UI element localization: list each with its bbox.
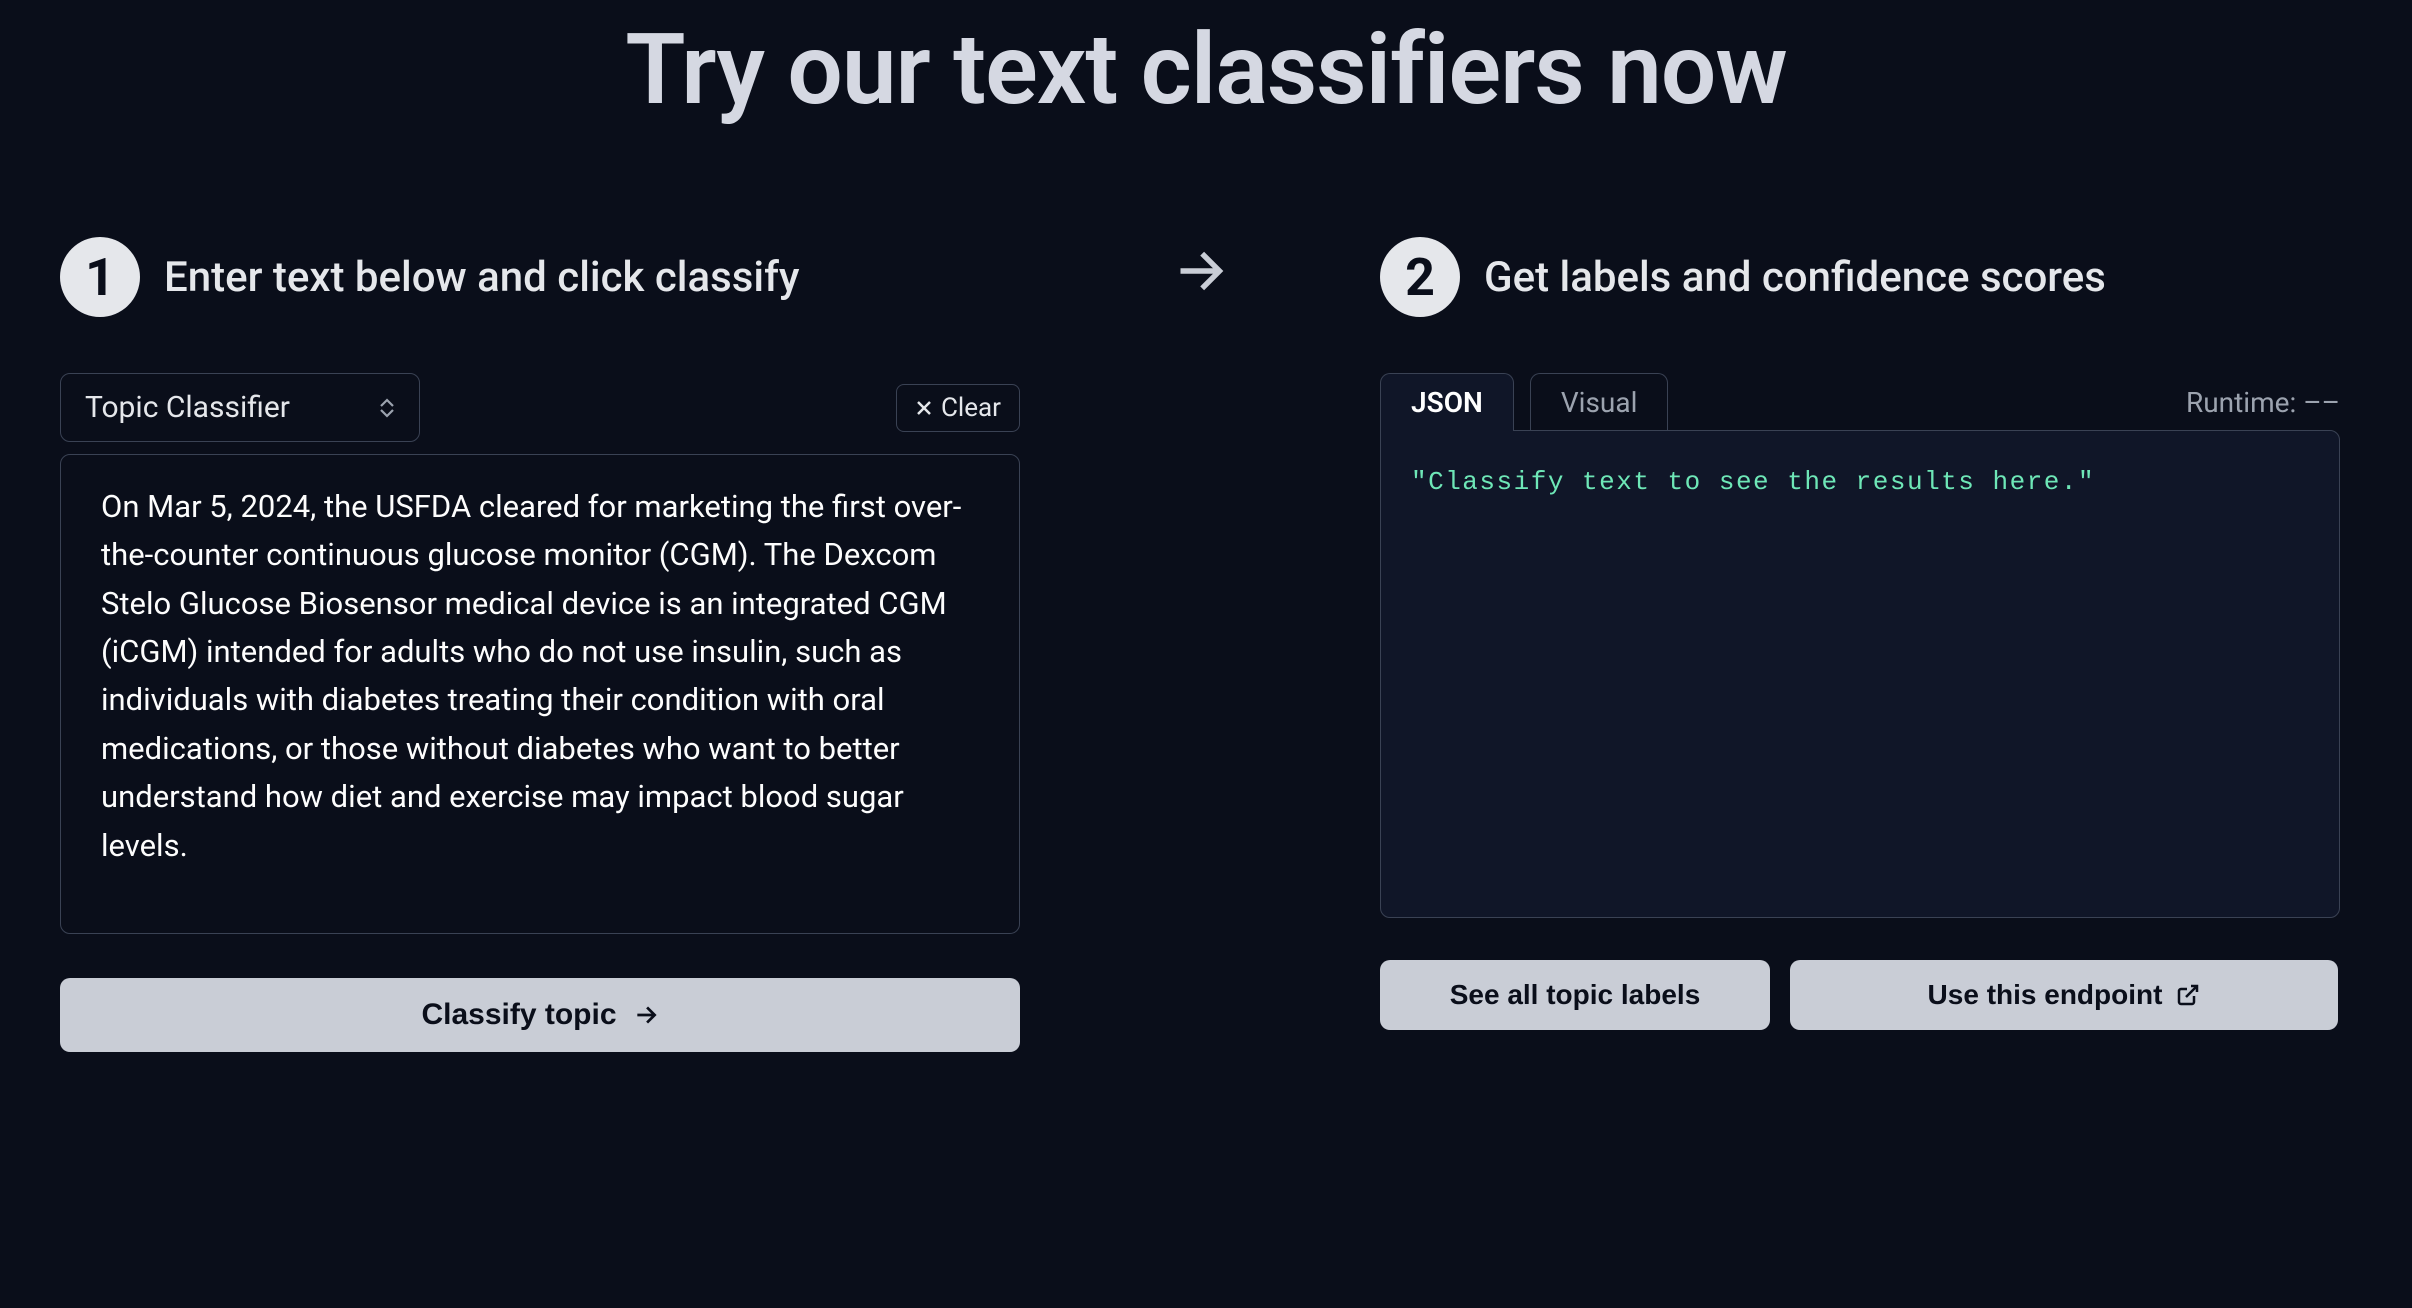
external-link-icon — [2176, 983, 2200, 1007]
input-column: 1 Enter text below and click classify To… — [60, 237, 1020, 1052]
classify-button-label: Classify topic — [421, 998, 616, 1032]
clear-button[interactable]: Clear — [896, 384, 1020, 432]
step-2-title: Get labels and confidence scores — [1484, 253, 2106, 302]
output-tabs: JSON Visual — [1380, 373, 1668, 431]
tab-visual[interactable]: Visual — [1530, 373, 1669, 431]
runtime-value: –– — [2303, 386, 2340, 419]
two-column-layout: 1 Enter text below and click classify To… — [60, 237, 2352, 1052]
text-input[interactable] — [60, 454, 1020, 934]
page-title: Try our text classifiers now — [60, 0, 2352, 237]
runtime-label: Runtime: — [2186, 386, 2296, 419]
use-endpoint-label: Use this endpoint — [1928, 979, 2163, 1011]
arrow-right-icon — [1174, 245, 1226, 297]
tab-json[interactable]: JSON — [1380, 373, 1514, 431]
classifier-select[interactable]: Topic Classifier — [60, 373, 420, 442]
step-1-badge: 1 — [60, 237, 140, 317]
classify-button[interactable]: Classify topic — [60, 978, 1020, 1052]
output-tabs-row: JSON Visual Runtime: –– — [1380, 373, 2340, 431]
runtime-display: Runtime: –– — [2186, 386, 2340, 419]
step-1-title: Enter text below and click classify — [164, 253, 799, 302]
step-2-badge: 2 — [1380, 237, 1460, 317]
step-1-header: 1 Enter text below and click classify — [60, 237, 1020, 317]
step-2-header: 2 Get labels and confidence scores — [1380, 237, 2340, 317]
close-icon — [915, 399, 933, 417]
output-box: "Classify text to see the results here." — [1380, 430, 2340, 918]
classifier-select-value: Topic Classifier — [85, 390, 290, 425]
use-endpoint-button[interactable]: Use this endpoint — [1790, 960, 2338, 1030]
output-placeholder: "Classify text to see the results here." — [1411, 467, 2095, 497]
see-all-labels-button[interactable]: See all topic labels — [1380, 960, 1770, 1030]
arrow-right-icon — [633, 1002, 659, 1028]
arrow-divider — [1020, 237, 1380, 297]
output-column: 2 Get labels and confidence scores JSON … — [1380, 237, 2340, 1030]
output-buttons-row: See all topic labels Use this endpoint — [1380, 960, 2340, 1030]
input-controls-row: Topic Classifier Clear — [60, 373, 1020, 442]
select-chevrons-icon — [379, 398, 395, 418]
see-all-labels-label: See all topic labels — [1450, 979, 1701, 1011]
clear-button-label: Clear — [941, 393, 1001, 423]
